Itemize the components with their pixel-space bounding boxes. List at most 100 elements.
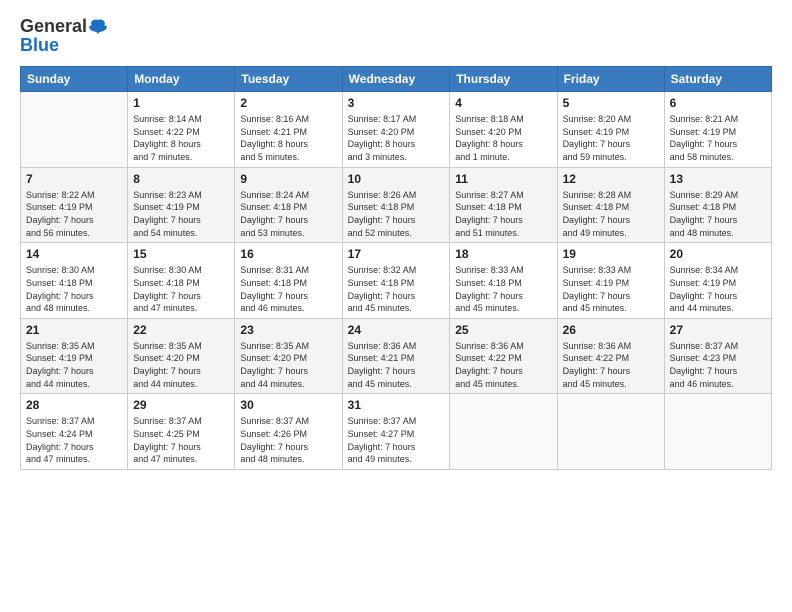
day-info: Sunrise: 8:29 AM Sunset: 4:18 PM Dayligh… (670, 189, 766, 239)
calendar-cell: 2 Sunrise: 8:16 AM Sunset: 4:21 PM Daylig… (235, 92, 342, 168)
day-number: 31 (348, 397, 445, 413)
calendar-week-row: 14 Sunrise: 8:30 AM Sunset: 4:18 PM Dayli… (21, 243, 772, 319)
day-number: 30 (240, 397, 336, 413)
calendar-cell (557, 394, 664, 470)
calendar-cell: 9 Sunrise: 8:24 AM Sunset: 4:18 PM Daylig… (235, 167, 342, 243)
calendar-cell: 22 Sunrise: 8:35 AM Sunset: 4:20 PM Dayli… (128, 318, 235, 394)
day-number: 6 (670, 95, 766, 111)
day-info: Sunrise: 8:37 AM Sunset: 4:25 PM Dayligh… (133, 415, 229, 465)
day-info: Sunrise: 8:30 AM Sunset: 4:18 PM Dayligh… (133, 264, 229, 314)
calendar-week-row: 1Sunrise: 8:14 AM Sunset: 4:22 PM Daylig… (21, 92, 772, 168)
calendar-cell: 7 Sunrise: 8:22 AM Sunset: 4:19 PM Daylig… (21, 167, 128, 243)
day-number: 15 (133, 246, 229, 262)
calendar-cell: 1Sunrise: 8:14 AM Sunset: 4:22 PM Daylig… (128, 92, 235, 168)
day-number: 25 (455, 322, 551, 338)
calendar-cell: 18 Sunrise: 8:33 AM Sunset: 4:18 PM Dayli… (450, 243, 557, 319)
calendar-col-monday: Monday (128, 67, 235, 92)
calendar-cell: 27Sunrise: 8:37 AM Sunset: 4:23 PM Dayli… (664, 318, 771, 394)
day-info: Sunrise: 8:32 AM Sunset: 4:18 PM Dayligh… (348, 264, 445, 314)
day-info: Sunrise: 8:35 AM Sunset: 4:19 PM Dayligh… (26, 340, 122, 390)
day-number: 5 (563, 95, 659, 111)
day-info: Sunrise: 8:35 AM Sunset: 4:20 PM Dayligh… (240, 340, 336, 390)
day-info: Sunrise: 8:28 AM Sunset: 4:18 PM Dayligh… (563, 189, 659, 239)
day-number: 28 (26, 397, 122, 413)
calendar-cell: 23 Sunrise: 8:35 AM Sunset: 4:20 PM Dayli… (235, 318, 342, 394)
day-info: Sunrise: 8:24 AM Sunset: 4:18 PM Dayligh… (240, 189, 336, 239)
calendar-cell: 12 Sunrise: 8:28 AM Sunset: 4:18 PM Dayli… (557, 167, 664, 243)
day-info: Sunrise: 8:16 AM Sunset: 4:21 PM Dayligh… (240, 113, 336, 163)
calendar-cell: 13Sunrise: 8:29 AM Sunset: 4:18 PM Dayli… (664, 167, 771, 243)
day-number: 22 (133, 322, 229, 338)
logo-general: General (20, 16, 87, 37)
day-number: 21 (26, 322, 122, 338)
day-info: Sunrise: 8:14 AM Sunset: 4:22 PM Dayligh… (133, 113, 229, 163)
calendar-header-row: SundayMondayTuesdayWednesdayThursdayFrid… (21, 67, 772, 92)
calendar-cell: 20Sunrise: 8:34 AM Sunset: 4:19 PM Dayli… (664, 243, 771, 319)
calendar-cell: 6Sunrise: 8:21 AM Sunset: 4:19 PM Daylig… (664, 92, 771, 168)
day-info: Sunrise: 8:37 AM Sunset: 4:27 PM Dayligh… (348, 415, 445, 465)
calendar-cell: 8 Sunrise: 8:23 AM Sunset: 4:19 PM Daylig… (128, 167, 235, 243)
calendar-cell: 30 Sunrise: 8:37 AM Sunset: 4:26 PM Dayli… (235, 394, 342, 470)
page: General Blue SundayMondayTuesdayWednesda… (0, 0, 792, 612)
calendar-cell: 17 Sunrise: 8:32 AM Sunset: 4:18 PM Dayli… (342, 243, 450, 319)
day-info: Sunrise: 8:22 AM Sunset: 4:19 PM Dayligh… (26, 189, 122, 239)
calendar-cell: 4 Sunrise: 8:18 AM Sunset: 4:20 PM Daylig… (450, 92, 557, 168)
calendar-cell: 29 Sunrise: 8:37 AM Sunset: 4:25 PM Dayli… (128, 394, 235, 470)
logo-blue-label: Blue (20, 35, 59, 56)
header: General Blue (20, 16, 772, 56)
day-number: 2 (240, 95, 336, 111)
calendar-cell (664, 394, 771, 470)
day-number: 17 (348, 246, 445, 262)
calendar-cell: 25Sunrise: 8:36 AM Sunset: 4:22 PM Dayli… (450, 318, 557, 394)
day-info: Sunrise: 8:17 AM Sunset: 4:20 PM Dayligh… (348, 113, 445, 163)
calendar-cell: 26 Sunrise: 8:36 AM Sunset: 4:22 PM Dayli… (557, 318, 664, 394)
day-number: 12 (563, 171, 659, 187)
day-number: 4 (455, 95, 551, 111)
day-number: 16 (240, 246, 336, 262)
day-info: Sunrise: 8:37 AM Sunset: 4:24 PM Dayligh… (26, 415, 122, 465)
day-number: 26 (563, 322, 659, 338)
logo: General Blue (20, 16, 109, 56)
day-number: 7 (26, 171, 122, 187)
calendar-cell: 15 Sunrise: 8:30 AM Sunset: 4:18 PM Dayli… (128, 243, 235, 319)
calendar-cell: 10 Sunrise: 8:26 AM Sunset: 4:18 PM Dayli… (342, 167, 450, 243)
calendar-cell: 19Sunrise: 8:33 AM Sunset: 4:19 PM Dayli… (557, 243, 664, 319)
calendar-cell: 28 Sunrise: 8:37 AM Sunset: 4:24 PM Dayli… (21, 394, 128, 470)
calendar-col-sunday: Sunday (21, 67, 128, 92)
day-number: 10 (348, 171, 445, 187)
day-number: 8 (133, 171, 229, 187)
day-info: Sunrise: 8:18 AM Sunset: 4:20 PM Dayligh… (455, 113, 551, 163)
calendar-cell (450, 394, 557, 470)
day-number: 18 (455, 246, 551, 262)
day-number: 24 (348, 322, 445, 338)
calendar-cell: 21 Sunrise: 8:35 AM Sunset: 4:19 PM Dayli… (21, 318, 128, 394)
day-number: 23 (240, 322, 336, 338)
calendar-col-friday: Friday (557, 67, 664, 92)
calendar-cell: 11 Sunrise: 8:27 AM Sunset: 4:18 PM Dayli… (450, 167, 557, 243)
day-info: Sunrise: 8:33 AM Sunset: 4:18 PM Dayligh… (455, 264, 551, 314)
day-number: 9 (240, 171, 336, 187)
day-info: Sunrise: 8:33 AM Sunset: 4:19 PM Dayligh… (563, 264, 659, 314)
day-info: Sunrise: 8:31 AM Sunset: 4:18 PM Dayligh… (240, 264, 336, 314)
day-info: Sunrise: 8:20 AM Sunset: 4:19 PM Dayligh… (563, 113, 659, 163)
day-info: Sunrise: 8:23 AM Sunset: 4:19 PM Dayligh… (133, 189, 229, 239)
day-number: 29 (133, 397, 229, 413)
day-info: Sunrise: 8:26 AM Sunset: 4:18 PM Dayligh… (348, 189, 445, 239)
day-info: Sunrise: 8:37 AM Sunset: 4:23 PM Dayligh… (670, 340, 766, 390)
day-info: Sunrise: 8:30 AM Sunset: 4:18 PM Dayligh… (26, 264, 122, 314)
logo-text: General (20, 16, 109, 37)
calendar: SundayMondayTuesdayWednesdayThursdayFrid… (20, 66, 772, 470)
calendar-week-row: 7 Sunrise: 8:22 AM Sunset: 4:19 PM Daylig… (21, 167, 772, 243)
day-info: Sunrise: 8:27 AM Sunset: 4:18 PM Dayligh… (455, 189, 551, 239)
day-info: Sunrise: 8:36 AM Sunset: 4:22 PM Dayligh… (563, 340, 659, 390)
calendar-cell: 31 Sunrise: 8:37 AM Sunset: 4:27 PM Dayli… (342, 394, 450, 470)
day-number: 20 (670, 246, 766, 262)
day-number: 3 (348, 95, 445, 111)
day-info: Sunrise: 8:37 AM Sunset: 4:26 PM Dayligh… (240, 415, 336, 465)
day-info: Sunrise: 8:36 AM Sunset: 4:21 PM Dayligh… (348, 340, 445, 390)
calendar-cell: 3 Sunrise: 8:17 AM Sunset: 4:20 PM Daylig… (342, 92, 450, 168)
day-number: 14 (26, 246, 122, 262)
calendar-week-row: 21 Sunrise: 8:35 AM Sunset: 4:19 PM Dayli… (21, 318, 772, 394)
day-number: 11 (455, 171, 551, 187)
day-info: Sunrise: 8:35 AM Sunset: 4:20 PM Dayligh… (133, 340, 229, 390)
